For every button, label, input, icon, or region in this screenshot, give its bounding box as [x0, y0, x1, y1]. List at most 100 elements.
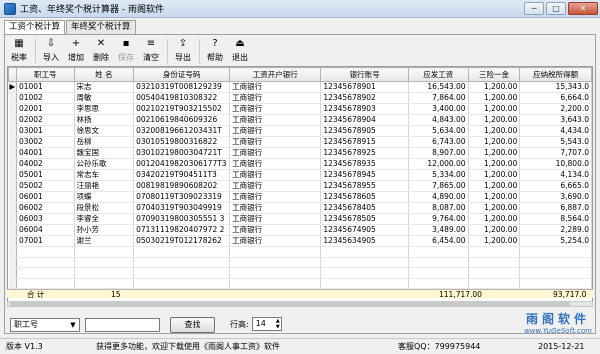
- toolbar-button-1[interactable]: ⇩ 导入: [39, 37, 63, 65]
- table-cell[interactable]: 07001: [16, 235, 75, 247]
- table-cell[interactable]: 工商银行: [229, 235, 322, 247]
- table-row[interactable]: 06004 孙小芳 07131119820407972 2 工商银行 123456749…: [8, 224, 592, 236]
- row-header[interactable]: [8, 202, 17, 214]
- table-cell[interactable]: 6,454.00: [408, 235, 469, 247]
- row-header[interactable]: [8, 169, 17, 181]
- table-cell[interactable]: 02001: [16, 103, 75, 115]
- table-row[interactable]: ▶ 01001 宋志 03210319T008129239 工商银行 1234567890…: [8, 81, 592, 93]
- table-cell[interactable]: 15,343.0: [519, 81, 592, 93]
- table-cell[interactable]: 06004: [16, 224, 75, 236]
- table-cell[interactable]: 07040319T903049919: [133, 202, 231, 214]
- table-cell[interactable]: 12345678955: [320, 180, 409, 192]
- table-cell[interactable]: 00540419810308322: [133, 92, 231, 104]
- table-cell[interactable]: 1,200.00: [468, 224, 521, 236]
- table-cell[interactable]: 03010519800316822: [133, 136, 231, 148]
- toolbar-button-3[interactable]: ✕ 删除: [89, 37, 113, 65]
- table-cell[interactable]: 公孙乐歌: [74, 158, 135, 170]
- table-row[interactable]: 03001 徐思文 03200819661203431T 工商银行 1234567890…: [8, 125, 592, 137]
- row-header[interactable]: [8, 180, 17, 192]
- table-cell[interactable]: 00819819890608202: [133, 180, 231, 192]
- table-cell[interactable]: 05002: [16, 180, 75, 192]
- table-cell[interactable]: 工商银行: [229, 136, 322, 148]
- table-cell[interactable]: 12345678905: [320, 125, 409, 137]
- table-cell[interactable]: 8,087.00: [408, 202, 469, 214]
- maximize-icon[interactable]: □: [546, 2, 566, 15]
- table-cell[interactable]: 工商银行: [229, 158, 322, 170]
- table-cell[interactable]: 1,200.00: [468, 136, 521, 148]
- table-cell[interactable]: 7,707.0: [519, 147, 592, 159]
- table-cell[interactable]: 工商银行: [229, 169, 322, 181]
- table-cell[interactable]: 16,543.00: [408, 81, 469, 93]
- table-row[interactable]: 06003 李睿全 07090319800305551 3 工商银行 123456785…: [8, 213, 592, 225]
- table-cell[interactable]: 1,200.00: [468, 191, 521, 203]
- table-cell[interactable]: 1,200.00: [468, 169, 521, 181]
- table-cell[interactable]: 12345678904: [320, 114, 409, 126]
- toolbar-button-4[interactable]: ▪ 保存: [114, 37, 138, 65]
- minimize-icon[interactable]: ─: [524, 2, 544, 15]
- toolbar-button-0[interactable]: ▦ 税率: [7, 37, 31, 65]
- table-cell[interactable]: 4,843.00: [408, 114, 469, 126]
- table-cell[interactable]: 07090319800305551 3: [133, 213, 231, 225]
- table-cell[interactable]: 03420219T904511T3: [133, 169, 231, 181]
- table-cell[interactable]: 李睿全: [74, 213, 135, 225]
- table-cell[interactable]: 6,664.0: [519, 92, 592, 104]
- table-cell[interactable]: 02002: [16, 114, 75, 126]
- table-cell[interactable]: 03010219800304721T: [133, 147, 231, 159]
- row-header[interactable]: [8, 224, 17, 236]
- table-cell[interactable]: 12345678405: [320, 202, 409, 214]
- table-cell[interactable]: 2,289.0: [519, 224, 592, 236]
- table-cell[interactable]: 工商银行: [229, 224, 322, 236]
- table-cell[interactable]: 工商银行: [229, 147, 322, 159]
- row-header[interactable]: [8, 158, 17, 170]
- table-cell[interactable]: 12345678903: [320, 103, 409, 115]
- table-cell[interactable]: 宋志: [74, 81, 135, 93]
- toolbar-button-2[interactable]: + 增加: [64, 37, 88, 65]
- search-input[interactable]: [85, 318, 160, 332]
- table-cell[interactable]: 魏宝国: [74, 147, 135, 159]
- toolbar-button-8[interactable]: ⏏ 退出: [228, 37, 252, 65]
- table-cell[interactable]: 03210319T008129239: [133, 81, 231, 93]
- table-cell[interactable]: 工商银行: [229, 114, 322, 126]
- table-cell[interactable]: 6,665.0: [519, 180, 592, 192]
- toolbar-button-6[interactable]: ⇪ 导出: [171, 37, 195, 65]
- table-cell[interactable]: 06001: [16, 191, 75, 203]
- column-header[interactable]: 工资开户银行: [229, 67, 322, 82]
- table-cell[interactable]: 1,200.00: [468, 202, 521, 214]
- table-cell[interactable]: 1,200.00: [468, 114, 521, 126]
- table-row[interactable]: 04002 公孙乐歌 00120419820306177T3 工商银行 12345678…: [8, 158, 592, 170]
- row-height-stepper[interactable]: 14 ▲ ▼: [251, 317, 282, 331]
- row-header[interactable]: [8, 92, 17, 104]
- table-cell[interactable]: 工商银行: [229, 213, 322, 225]
- table-cell[interactable]: 12345678902: [320, 92, 409, 104]
- table-cell[interactable]: 03200819661203431T: [133, 125, 231, 137]
- column-header[interactable]: 应纳税所得额: [519, 67, 592, 82]
- table-cell[interactable]: 6,743.00: [408, 136, 469, 148]
- table-cell[interactable]: 1,200.00: [468, 158, 521, 170]
- table-cell[interactable]: 孙小芳: [74, 224, 135, 236]
- table-cell[interactable]: 03001: [16, 125, 75, 137]
- table-cell[interactable]: 1,200.00: [468, 180, 521, 192]
- table-cell[interactable]: 12345678935: [320, 158, 409, 170]
- table-cell[interactable]: 00210219T903215502: [133, 103, 231, 115]
- column-header[interactable]: 三险一金: [467, 67, 521, 82]
- table-cell[interactable]: 12345678945: [320, 169, 409, 181]
- table-cell[interactable]: 谢兰: [74, 235, 135, 247]
- close-icon[interactable]: ✕: [568, 2, 598, 15]
- table-cell[interactable]: 6,887.0: [519, 202, 592, 214]
- table-cell[interactable]: 工商银行: [229, 103, 322, 115]
- tab-bonus-tax[interactable]: 年终奖个税计算: [66, 20, 136, 34]
- find-button[interactable]: 查找: [170, 317, 215, 333]
- toolbar-button-7[interactable]: ? 帮助: [203, 37, 227, 65]
- table-cell[interactable]: 项蝶: [74, 191, 135, 203]
- salary-table[interactable]: 职工号姓 名身份证号码 工资开户银行 银行账号 应发工资 三险一金 应纳税所得额 ▶ 010…: [7, 66, 593, 302]
- row-header[interactable]: [8, 191, 17, 203]
- table-cell[interactable]: 00120419820306177T3: [133, 158, 231, 170]
- table-cell[interactable]: 12345674905: [320, 224, 409, 236]
- table-cell[interactable]: 汪丽艳: [74, 180, 135, 192]
- table-cell[interactable]: 3,489.00: [408, 224, 469, 236]
- current-row-indicator-icon[interactable]: ▶: [8, 81, 17, 93]
- table-cell[interactable]: 工商银行: [229, 81, 322, 93]
- table-cell[interactable]: 12345678901: [320, 81, 409, 93]
- table-cell[interactable]: 林扬: [74, 114, 135, 126]
- table-cell[interactable]: 06002: [16, 202, 75, 214]
